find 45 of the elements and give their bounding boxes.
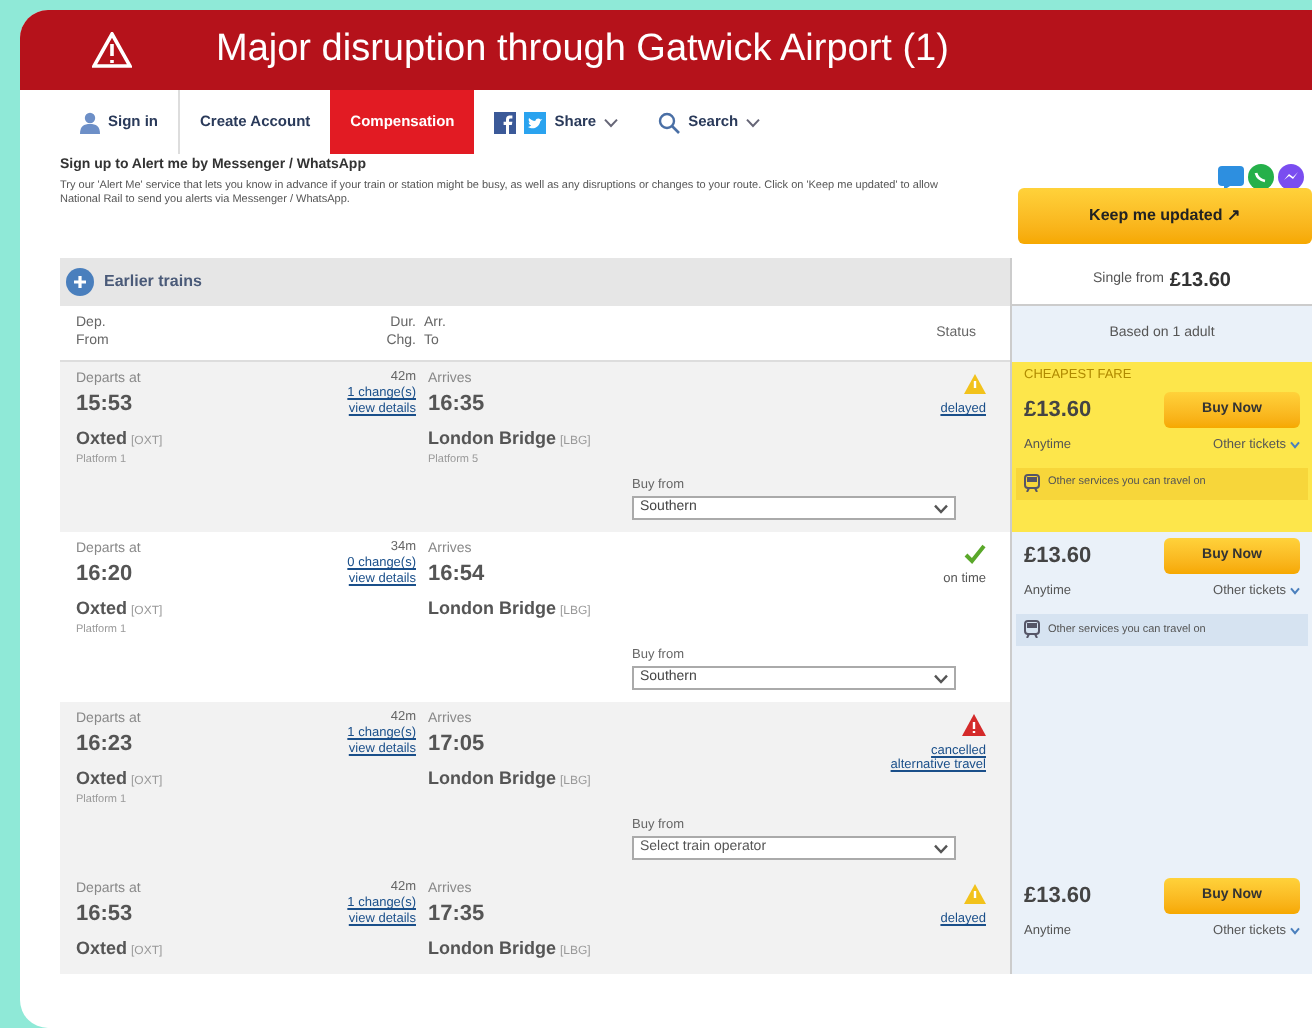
train-icon [1024, 620, 1040, 639]
banner-title: Major disruption through Gatwick Airport (1) [216, 25, 949, 74]
destination-station: London Bridge [428, 425, 556, 452]
user-icon [80, 111, 100, 133]
expand-icon [1290, 586, 1300, 597]
plus-icon[interactable] [66, 268, 94, 296]
chevron-icon [604, 117, 619, 127]
arrival-time: 17:35 [428, 901, 487, 925]
origin-station: Oxted [76, 765, 128, 791]
check-icon [964, 544, 986, 564]
destination-station: London Bridge [428, 765, 556, 792]
warning-icon [964, 884, 986, 904]
warning-icon [92, 32, 132, 68]
departure-time: 15:53 [76, 391, 135, 415]
origin-station: Oxted [76, 595, 128, 621]
chevron-icon [746, 117, 761, 127]
warning-icon [962, 714, 986, 736]
earlier-trains-link[interactable]: Earlier trains [104, 270, 202, 294]
facebook-icon [494, 111, 517, 133]
warning-icon [964, 374, 986, 394]
expand-icon [1290, 440, 1300, 451]
expand-icon [1290, 926, 1300, 937]
arrival-time: 16:35 [428, 391, 487, 415]
keep-updated-button[interactable]: Keep me updated ↗ [1018, 188, 1312, 244]
train-icon [1024, 474, 1040, 492]
chevron-icon [934, 673, 948, 683]
fare-price: £13.60 [1024, 541, 1092, 572]
origin-station: Oxted [76, 935, 128, 961]
messenger-icon[interactable] [1278, 164, 1304, 190]
origin-station: Oxted [76, 425, 128, 451]
arrival-time: 17:05 [428, 731, 487, 755]
search-icon [658, 111, 681, 133]
fare-price: £13.60 [1024, 395, 1092, 425]
fare-price: £13.60 [1024, 881, 1092, 912]
departure-time: 16:20 [76, 561, 135, 585]
twitter-icon [524, 111, 547, 133]
departure-time: 16:53 [76, 901, 135, 925]
departure-time: 16:23 [76, 731, 135, 755]
whatsapp-icon[interactable] [1248, 164, 1274, 190]
destination-station: London Bridge [428, 595, 556, 622]
destination-station: London Bridge [428, 935, 556, 962]
chevron-icon [934, 503, 948, 513]
chevron-icon [934, 843, 948, 853]
arrival-time: 16:54 [428, 561, 487, 585]
sms-icon[interactable] [1218, 164, 1244, 190]
